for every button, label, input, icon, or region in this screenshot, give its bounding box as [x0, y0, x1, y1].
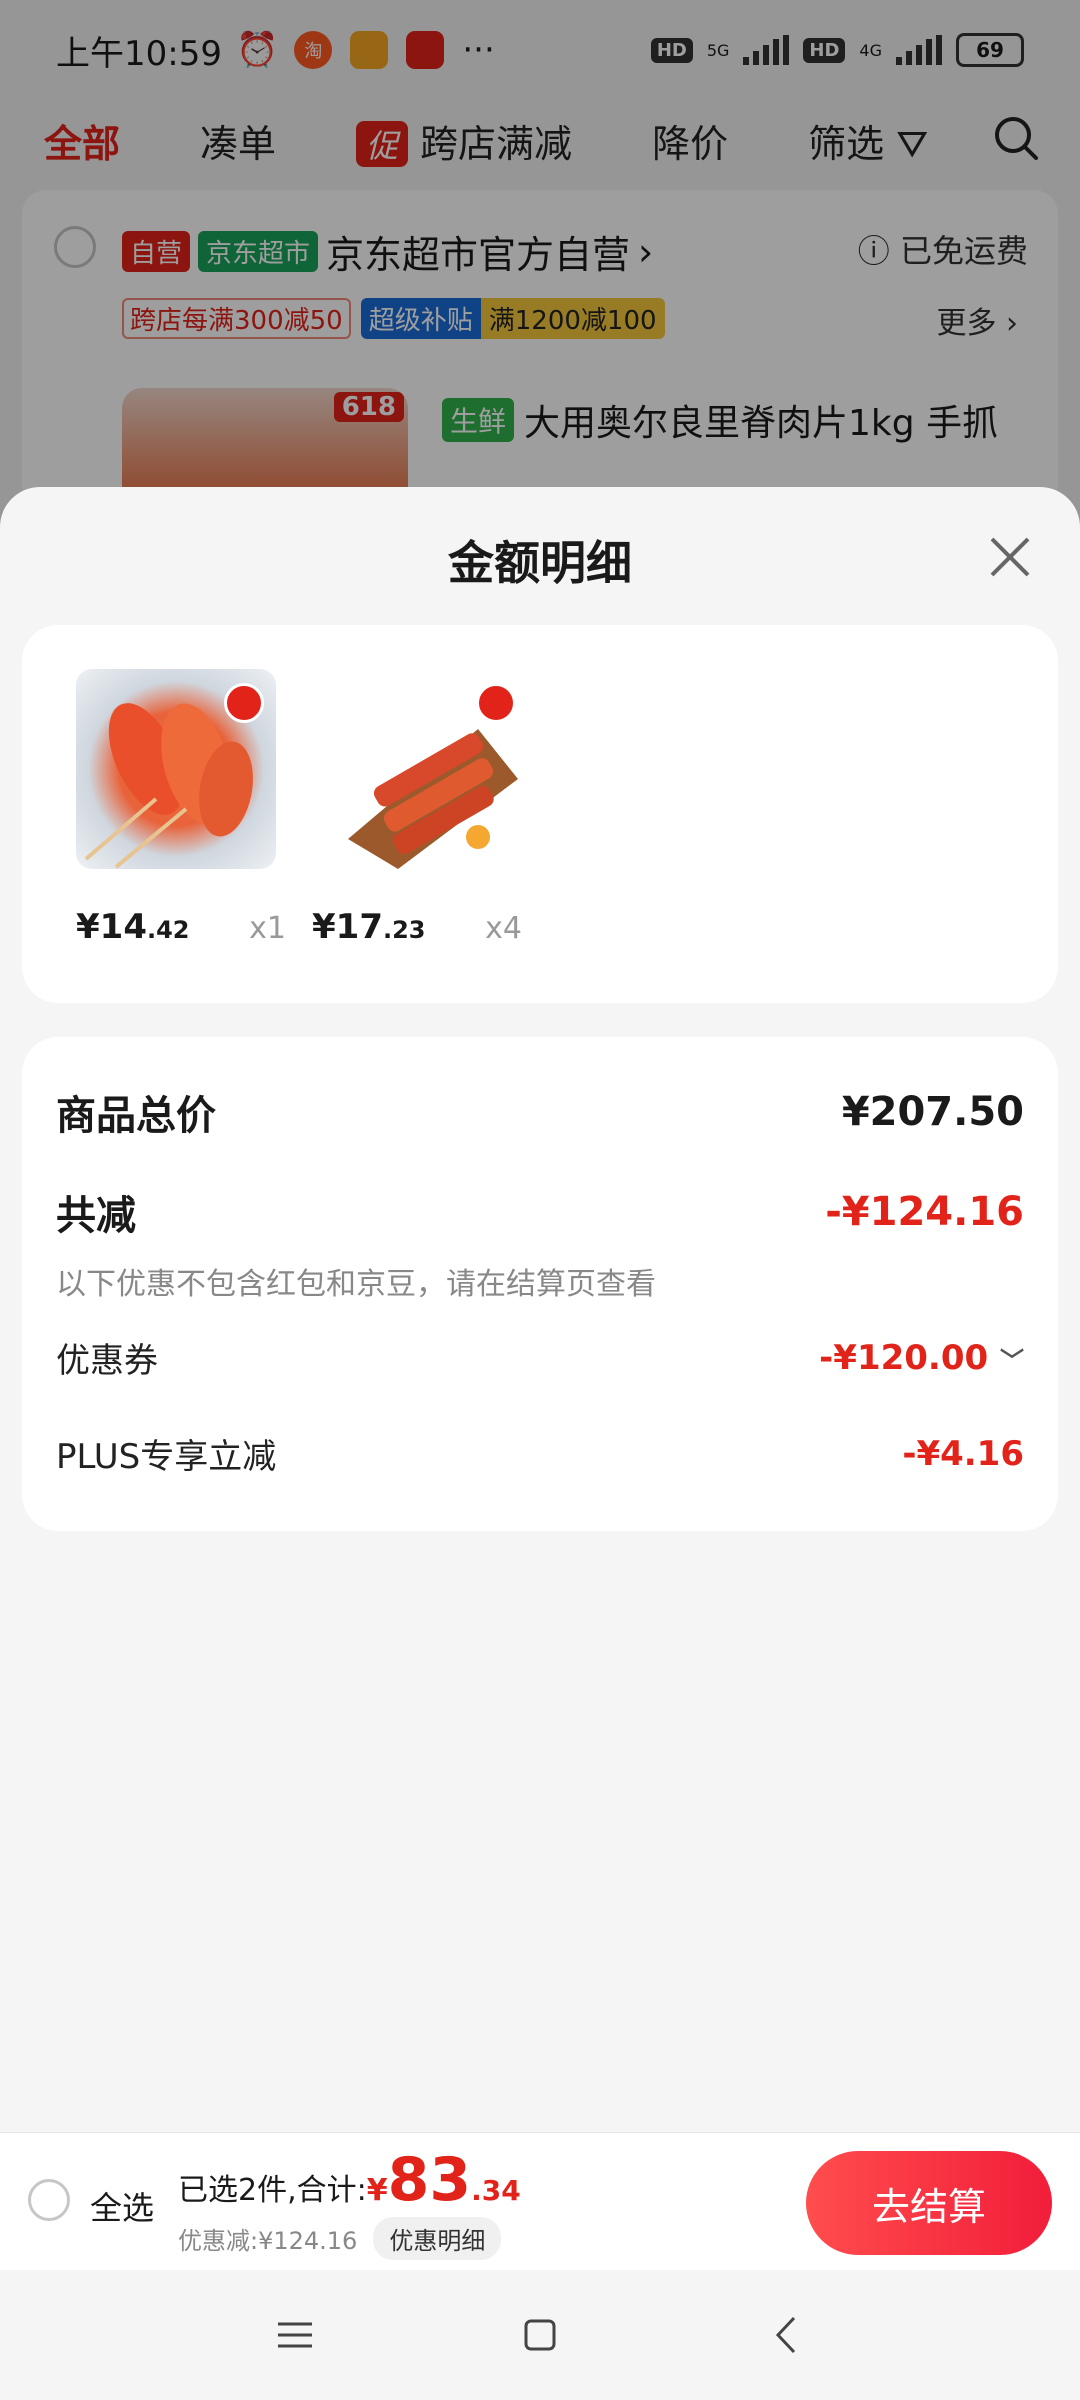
amount-breakdown-card: 商品总价 ¥207.50 共减 -¥124.16 以下优惠不包含红包和京豆，请在…	[22, 1037, 1058, 1531]
goods-price-row: ¥14.42 x1	[76, 907, 286, 947]
discount-total-row: 共减 -¥124.16	[56, 1183, 1024, 1241]
goods-item[interactable]	[76, 669, 276, 869]
goods-price-dec: .42	[146, 916, 190, 944]
chevron-down-icon: ﹀	[1000, 1346, 1024, 1375]
total-amount-int: 83	[387, 2145, 472, 2215]
checkout-bar: 全选 已选2件,合计: ¥ 83 .34 优惠减:¥124.16 优惠明细 去结…	[0, 2132, 1080, 2270]
goods-price-int: ¥17	[312, 907, 383, 947]
total-price-value: ¥207.50	[841, 1089, 1024, 1135]
menu-icon[interactable]	[270, 2310, 320, 2360]
coupon-value-wrap: -¥120.00 ﹀	[819, 1338, 1024, 1378]
discount-detail-button[interactable]: 优惠明细	[373, 2217, 502, 2260]
goods-qty: x1	[249, 911, 286, 946]
checkout-button[interactable]: 去结算	[806, 2151, 1052, 2255]
goods-price: ¥14.42	[76, 907, 190, 947]
total-price-label: 商品总价	[56, 1093, 216, 1139]
discount-amount-text: 优惠减:¥124.16	[178, 2227, 358, 2255]
plus-discount-row: PLUS专享立减 -¥4.16	[56, 1429, 1024, 1478]
goods-price-row: ¥17.23 x4	[312, 907, 522, 947]
selected-count-text: 已选2件,合计:	[178, 2173, 367, 2208]
total-amount-dec: .34	[471, 2174, 521, 2207]
discount-summary: 优惠减:¥124.16 优惠明细	[178, 2217, 502, 2260]
select-all-label[interactable]: 全选	[90, 2183, 154, 2229]
goods-qty: x4	[485, 911, 522, 946]
system-nav-bar	[0, 2270, 1080, 2400]
amount-detail-sheet: 金额明细 ¥14.42 x1 ¥17.23 x4 商品总价 ¥207.50 共减…	[0, 487, 1080, 2400]
discount-total-value: -¥124.16	[825, 1189, 1024, 1235]
goods-price-dec: .23	[382, 916, 426, 944]
goods-price-int: ¥14	[76, 907, 147, 947]
close-icon[interactable]	[980, 527, 1040, 587]
sheet-title: 金额明细	[448, 536, 632, 590]
total-currency: ¥	[366, 2173, 388, 2208]
selected-check-icon	[476, 683, 516, 723]
back-icon[interactable]	[762, 2310, 812, 2360]
product-image-chicken-fillet	[76, 669, 276, 869]
selected-goods-card: ¥14.42 x1 ¥17.23 x4	[22, 625, 1058, 1003]
home-icon[interactable]	[515, 2310, 565, 2360]
plus-discount-value: -¥4.16	[902, 1433, 1024, 1474]
coupon-value: -¥120.00	[819, 1337, 989, 1378]
product-image-skewers	[328, 669, 528, 869]
total-price-row: 商品总价 ¥207.50	[56, 1083, 1024, 1141]
discount-note: 以下优惠不包含红包和京豆，请在结算页查看	[56, 1267, 656, 1302]
goods-price: ¥17.23	[312, 907, 426, 947]
coupon-row[interactable]: 优惠券 -¥120.00 ﹀	[56, 1333, 1024, 1382]
goods-item[interactable]	[328, 669, 528, 869]
plus-discount-label: PLUS专享立减	[56, 1437, 277, 1477]
discount-total-label: 共减	[56, 1193, 136, 1239]
selected-check-icon	[224, 683, 264, 723]
selected-summary: 已选2件,合计: ¥ 83 .34	[178, 2145, 521, 2215]
coupon-label: 优惠券	[56, 1341, 158, 1381]
select-all-radio[interactable]	[28, 2179, 70, 2221]
